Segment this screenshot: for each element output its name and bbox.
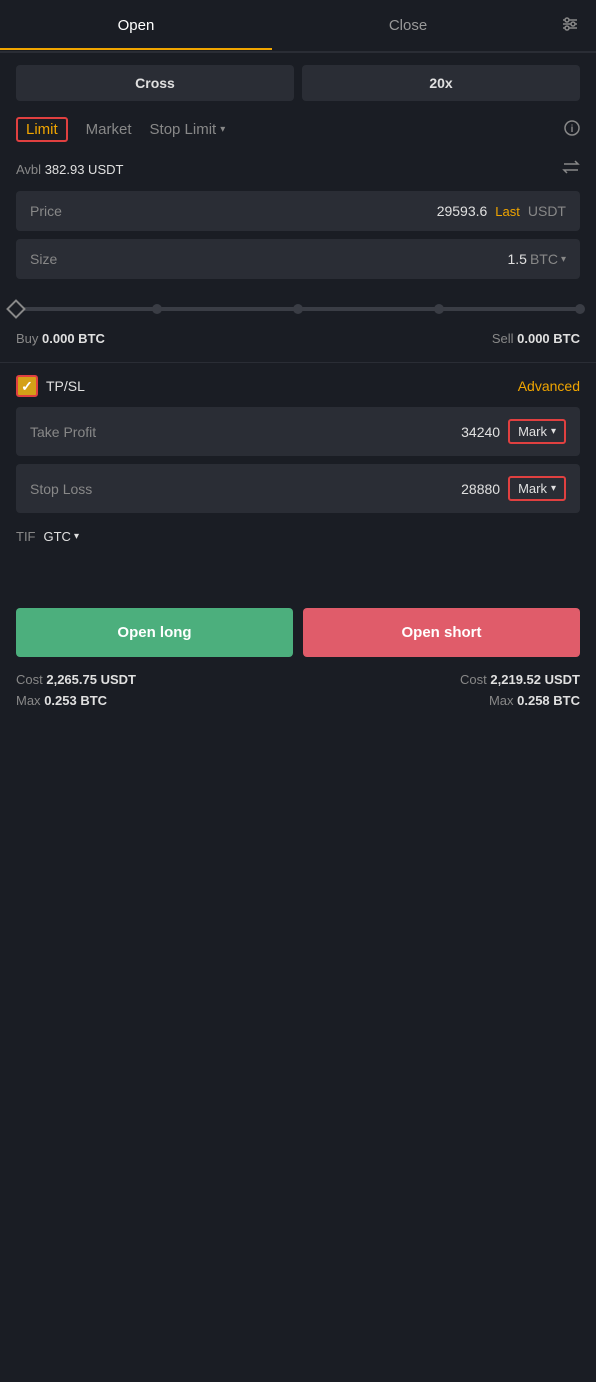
price-input-field[interactable]: Price 29593.6 Last USDT <box>16 191 580 231</box>
short-cost-value: 2,219.52 USDT <box>490 672 580 687</box>
open-short-button[interactable]: Open short <box>303 608 580 657</box>
take-profit-field[interactable]: Take Profit 34240 Mark ▾ <box>16 407 580 456</box>
long-max-label: Max 0.253 BTC <box>16 693 107 708</box>
slider-thumb[interactable] <box>6 299 26 319</box>
trading-panel: Open Close Cross 20x Limit Market Stop L… <box>0 0 596 711</box>
stop-loss-label: Stop Loss <box>30 481 92 497</box>
leverage-button[interactable]: 20x <box>302 65 580 101</box>
stop-loss-value: 28880 <box>461 481 500 497</box>
take-profit-mark-label: Mark <box>518 424 547 439</box>
buy-label: Buy 0.000 BTC <box>16 331 105 346</box>
checkmark-icon: ✓ <box>21 378 33 395</box>
price-value: 29593.6 <box>437 203 488 219</box>
cost-row-2: Max 0.253 BTC Max 0.258 BTC <box>0 690 596 711</box>
size-unit-btn[interactable]: 1.5 BTC ▾ <box>508 251 567 267</box>
stop-limit-label: Stop Limit <box>150 121 217 138</box>
size-unit: BTC <box>530 251 558 267</box>
sell-value: 0.000 BTC <box>517 331 580 346</box>
size-input-field[interactable]: Size 1.5 BTC ▾ <box>16 239 580 279</box>
price-unit: USDT <box>528 203 566 219</box>
stop-loss-mark-dropdown[interactable]: Mark ▾ <box>508 476 566 501</box>
svg-text:i: i <box>571 124 574 135</box>
take-profit-right: 34240 Mark ▾ <box>461 419 566 444</box>
size-label: Size <box>30 251 57 267</box>
order-type-limit[interactable]: Limit <box>16 117 68 142</box>
long-cost-value: 2,265.75 USDT <box>46 672 136 687</box>
tif-dropdown[interactable]: GTC ▾ <box>44 529 79 544</box>
avbl-value: 382.93 USDT <box>45 162 124 177</box>
spacer <box>0 560 596 592</box>
tif-chevron-icon: ▾ <box>74 531 79 542</box>
available-balance-row: Avbl 382.93 USDT <box>0 154 596 191</box>
separator-1 <box>0 362 596 363</box>
action-buttons: Open long Open short <box>0 592 596 669</box>
cross-button[interactable]: Cross <box>16 65 294 101</box>
stop-limit-chevron-icon: ▾ <box>220 124 225 135</box>
short-max-label: Max 0.258 BTC <box>489 693 580 708</box>
tab-open[interactable]: Open <box>0 3 272 50</box>
control-row: Cross 20x <box>0 53 596 113</box>
stop-loss-chevron-icon: ▾ <box>551 483 556 494</box>
size-chevron-icon: ▾ <box>561 254 566 265</box>
order-type-stop-limit[interactable]: Stop Limit ▾ <box>150 121 226 138</box>
long-cost-label: Cost 2,265.75 USDT <box>16 672 136 687</box>
tpsl-left: ✓ TP/SL <box>16 375 85 397</box>
sell-label: Sell 0.000 BTC <box>492 331 580 346</box>
tif-value: GTC <box>44 529 71 544</box>
top-tab-bar: Open Close <box>0 0 596 53</box>
settings-icon[interactable] <box>544 0 596 51</box>
tif-row: TIF GTC ▾ <box>0 521 596 560</box>
cost-row-1: Cost 2,265.75 USDT Cost 2,219.52 USDT <box>0 669 596 690</box>
slider-track[interactable] <box>16 307 580 311</box>
buy-value: 0.000 BTC <box>42 331 105 346</box>
order-type-market[interactable]: Market <box>84 117 134 142</box>
tpsl-checkbox[interactable]: ✓ <box>16 375 38 397</box>
order-type-row: Limit Market Stop Limit ▾ i <box>0 113 596 154</box>
tif-label: TIF <box>16 529 36 544</box>
stop-loss-right: 28880 Mark ▾ <box>461 476 566 501</box>
price-tag: Last <box>495 204 520 219</box>
size-value: 1.5 <box>508 251 527 267</box>
slider-container <box>0 287 596 327</box>
long-max-value: 0.253 BTC <box>44 693 107 708</box>
short-cost-label: Cost 2,219.52 USDT <box>460 672 580 687</box>
order-info-icon[interactable]: i <box>564 120 580 139</box>
short-max-value: 0.258 BTC <box>517 693 580 708</box>
take-profit-chevron-icon: ▾ <box>551 426 556 437</box>
price-value-row: 29593.6 Last USDT <box>437 203 566 219</box>
advanced-link[interactable]: Advanced <box>518 378 580 394</box>
take-profit-label: Take Profit <box>30 424 96 440</box>
tpsl-row: ✓ TP/SL Advanced <box>0 367 596 407</box>
buy-sell-row: Buy 0.000 BTC Sell 0.000 BTC <box>0 327 596 358</box>
take-profit-mark-dropdown[interactable]: Mark ▾ <box>508 419 566 444</box>
stop-loss-mark-label: Mark <box>518 481 547 496</box>
take-profit-value: 34240 <box>461 424 500 440</box>
stop-loss-field[interactable]: Stop Loss 28880 Mark ▾ <box>16 464 580 513</box>
open-long-button[interactable]: Open long <box>16 608 293 657</box>
tab-close[interactable]: Close <box>272 3 544 48</box>
price-label: Price <box>30 203 62 219</box>
transfer-icon[interactable] <box>562 158 580 181</box>
avbl-label: Avbl 382.93 USDT <box>16 162 123 177</box>
tpsl-label: TP/SL <box>46 378 85 394</box>
